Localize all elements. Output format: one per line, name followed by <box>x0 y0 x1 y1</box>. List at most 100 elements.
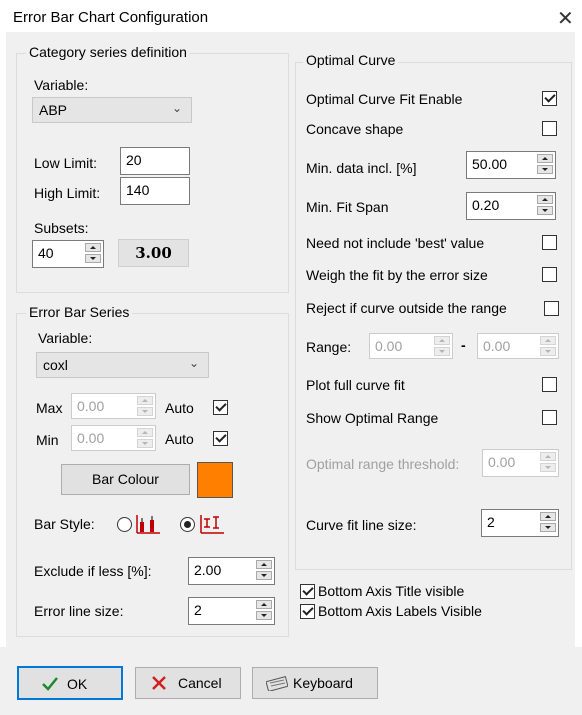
threshold-label: Optimal range threshold: <box>306 456 460 472</box>
fit-enable-label: Optimal Curve Fit Enable <box>306 91 463 107</box>
error-bar-variable-label: Variable: <box>38 330 93 346</box>
axis-labels-visible-checkbox[interactable] <box>300 604 315 619</box>
close-icon[interactable]: ✕ <box>557 6 574 31</box>
max-input[interactable]: 0.00 <box>71 393 156 419</box>
low-limit-label: Low Limit: <box>34 155 98 171</box>
category-series-group-label: Category series definition <box>26 44 190 60</box>
weigh-fit-checkbox[interactable] <box>542 267 557 282</box>
curve-fit-line-size-label: Curve fit line size: <box>306 517 417 533</box>
max-value: 0.00 <box>77 398 105 414</box>
error-bar-variable-value: coxl <box>43 357 68 373</box>
cancel-button[interactable]: Cancel <box>135 667 241 699</box>
bar-style-errorbar-icon <box>200 515 224 534</box>
subset-size-readout: 3.00 <box>118 239 189 267</box>
min-auto-label: Auto <box>165 431 194 447</box>
optimal-curve-group-label: Optimal Curve <box>303 52 399 68</box>
min-fit-span-value: 0.20 <box>472 197 500 213</box>
exclude-if-less-value: 2.00 <box>194 562 222 578</box>
spin-buttons[interactable] <box>537 195 553 215</box>
need-not-include-label: Need not include 'best' value <box>306 235 485 251</box>
spin-buttons[interactable] <box>256 600 272 620</box>
min-data-value: 50.00 <box>472 156 508 172</box>
high-limit-input[interactable]: 140 <box>120 177 190 205</box>
bar-colour-swatch[interactable] <box>197 462 233 498</box>
min-fit-span-input[interactable]: 0.20 <box>466 192 556 220</box>
optimal-curve-group <box>295 62 572 570</box>
axis-labels-visible-label: Bottom Axis Labels Visible <box>318 603 482 619</box>
bar-colour-button[interactable]: Bar Colour <box>61 464 190 495</box>
spin-buttons[interactable] <box>540 512 556 532</box>
plot-full-curve-checkbox[interactable] <box>542 377 557 392</box>
checkmark-icon <box>42 677 58 691</box>
axis-title-visible-label: Bottom Axis Title visible <box>318 583 465 599</box>
spin-buttons[interactable] <box>256 560 272 580</box>
range-from-value: 0.00 <box>375 338 403 354</box>
window-title: Error Bar Chart Configuration <box>13 9 209 26</box>
category-variable-label: Variable: <box>34 77 89 93</box>
reject-outside-checkbox[interactable] <box>544 301 559 316</box>
min-data-label: Min. data incl. [%] <box>306 160 417 176</box>
plot-full-curve-label: Plot full curve fit <box>306 377 405 393</box>
min-value: 0.00 <box>77 430 105 446</box>
cancel-label: Cancel <box>178 675 222 691</box>
chevron-down-icon: ⌄ <box>188 356 199 370</box>
spin-buttons[interactable] <box>85 243 101 263</box>
reject-outside-label: Reject if curve outside the range <box>306 300 507 316</box>
subsets-stepper[interactable]: 40 <box>32 240 104 268</box>
error-bar-variable-select[interactable]: coxl ⌄ <box>36 352 209 378</box>
keyboard-label: Keyboard <box>293 675 353 691</box>
category-variable-select[interactable]: ABP ⌄ <box>32 97 192 123</box>
keyboard-button[interactable]: Keyboard <box>252 667 378 699</box>
max-label: Max <box>36 400 63 416</box>
concave-checkbox[interactable] <box>542 121 557 136</box>
curve-fit-line-size-value: 2 <box>487 514 495 530</box>
bar-style-label: Bar Style: <box>34 516 95 532</box>
low-limit-value: 20 <box>126 152 142 168</box>
range-label: Range: <box>306 339 352 355</box>
min-label: Min <box>36 432 59 448</box>
cancel-x-icon <box>152 676 166 690</box>
chevron-down-icon: ⌄ <box>171 101 182 115</box>
bar-style-radio-2[interactable] <box>180 517 195 532</box>
range-to-value: 0.00 <box>483 338 511 354</box>
min-fit-span-label: Min. Fit Span <box>306 199 389 215</box>
subsets-label: Subsets: <box>34 220 89 236</box>
ok-button[interactable]: OK <box>17 666 123 700</box>
show-optimal-range-checkbox[interactable] <box>542 410 557 425</box>
error-line-size-label: Error line size: <box>34 603 124 619</box>
min-input[interactable]: 0.00 <box>71 425 156 451</box>
threshold-input[interactable]: 0.00 <box>482 449 559 477</box>
range-from-input[interactable]: 0.00 <box>369 333 453 359</box>
high-limit-value: 140 <box>126 182 150 198</box>
exclude-if-less-input[interactable]: 2.00 <box>188 557 275 585</box>
axis-title-visible-checkbox[interactable] <box>300 584 315 599</box>
low-limit-input[interactable]: 20 <box>120 147 190 175</box>
min-auto-checkbox[interactable] <box>213 431 228 446</box>
spin-buttons[interactable] <box>137 396 153 416</box>
high-limit-label: High Limit: <box>34 185 101 201</box>
show-optimal-range-label: Show Optimal Range <box>306 410 439 426</box>
need-not-include-checkbox[interactable] <box>542 235 557 250</box>
min-data-input[interactable]: 50.00 <box>466 151 556 179</box>
max-auto-label: Auto <box>165 400 194 416</box>
subsets-value: 40 <box>38 245 54 261</box>
spin-buttons[interactable] <box>540 336 556 356</box>
max-auto-checkbox[interactable] <box>213 400 228 415</box>
spin-buttons[interactable] <box>137 428 153 448</box>
fit-enable-checkbox[interactable] <box>542 91 557 106</box>
bar-style-radio-1[interactable] <box>117 517 132 532</box>
weigh-fit-label: Weigh the fit by the error size <box>306 267 488 283</box>
exclude-if-less-label: Exclude if less [%]: <box>34 563 152 579</box>
concave-label: Concave shape <box>306 121 404 137</box>
error-bar-series-group-label: Error Bar Series <box>26 304 133 320</box>
range-separator: - <box>461 337 466 353</box>
ok-label: OK <box>67 676 88 692</box>
category-variable-value: ABP <box>39 102 68 118</box>
spin-buttons[interactable] <box>540 452 556 472</box>
spin-buttons[interactable] <box>537 154 553 174</box>
spin-buttons[interactable] <box>434 336 450 356</box>
bar-style-filled-icon <box>136 515 160 534</box>
curve-fit-line-size-input[interactable]: 2 <box>481 509 559 537</box>
error-line-size-input[interactable]: 2 <box>188 597 275 625</box>
range-to-input[interactable]: 0.00 <box>477 333 559 359</box>
